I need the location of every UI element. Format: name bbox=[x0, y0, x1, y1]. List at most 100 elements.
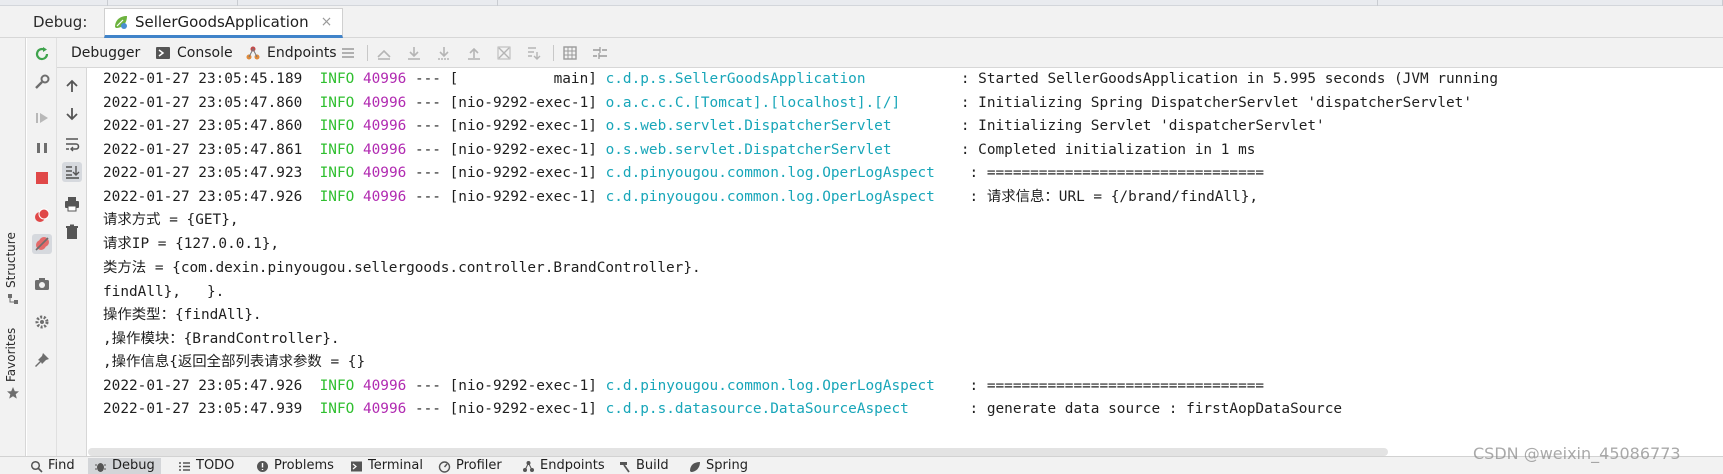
close-tab-icon[interactable]: × bbox=[321, 14, 333, 30]
stop-button[interactable] bbox=[32, 168, 52, 188]
console-line: 请求IP = {127.0.0.1}, bbox=[103, 233, 279, 255]
structure-tool-window[interactable]: Structure bbox=[4, 232, 18, 288]
scroll-to-end-button[interactable] bbox=[62, 162, 82, 182]
bottom-tab-find[interactable]: Find bbox=[24, 458, 81, 474]
log-logger-name: c.d.p.s.SellerGoodsApplication bbox=[605, 71, 953, 87]
modify-run-config-button[interactable] bbox=[32, 72, 52, 92]
toolbar-separator bbox=[367, 45, 368, 61]
scroll-up-button[interactable] bbox=[62, 76, 82, 96]
log-timestamp: 2022-01-27 23:05:47.926 bbox=[103, 188, 303, 205]
left-tool-stripe: Structure Favorites bbox=[0, 38, 26, 456]
favorites-tool-window[interactable]: Favorites bbox=[4, 328, 18, 382]
clear-all-button[interactable] bbox=[62, 222, 82, 242]
log-thread: [nio-9292-exec-1] bbox=[449, 118, 597, 134]
console-line: ,操作模块：{BrandController}. bbox=[103, 328, 340, 350]
evaluate-expression-icon[interactable] bbox=[561, 44, 579, 62]
spring-boot-icon bbox=[115, 16, 127, 29]
pin-tab-button[interactable] bbox=[32, 350, 52, 370]
bug-icon bbox=[95, 463, 106, 472]
log-pid: 40996 bbox=[362, 141, 407, 158]
log-message: : 请求信息：URL = {/brand/findAll}, bbox=[969, 188, 1259, 205]
print-button[interactable] bbox=[62, 194, 82, 214]
log-pid: 40996 bbox=[362, 94, 407, 111]
show-execution-point-icon[interactable] bbox=[375, 44, 393, 62]
log-continuation: findAll}, }. bbox=[103, 283, 225, 300]
bottom-tab-problems[interactable]: Problems bbox=[250, 458, 340, 474]
log-message: : ================================ bbox=[969, 165, 1265, 181]
tab-debugger[interactable]: Debugger bbox=[71, 38, 140, 68]
debugger-toolbar: Debugger Console Endpoints bbox=[57, 38, 1723, 68]
console-line: 类方法 = {com.dexin.pinyougou.sellergoods.c… bbox=[103, 257, 701, 279]
scroll-down-button[interactable] bbox=[62, 104, 82, 124]
menu-lines-icon[interactable] bbox=[339, 44, 357, 62]
log-thread: [ main] bbox=[449, 71, 597, 87]
star-icon[interactable] bbox=[6, 386, 20, 400]
bottom-tab-profiler[interactable]: Profiler bbox=[432, 458, 508, 474]
mute-breakpoints-button[interactable] bbox=[32, 234, 52, 254]
arrow-down-icon bbox=[66, 108, 78, 121]
rerun-icon bbox=[35, 47, 49, 61]
run-to-cursor-icon[interactable] bbox=[525, 44, 543, 62]
soft-wrap-button[interactable] bbox=[62, 134, 82, 154]
bottom-tab-label: Spring bbox=[706, 458, 748, 473]
bottom-tab-spring[interactable]: Spring bbox=[682, 458, 754, 474]
console-output[interactable]: 2022-01-27 23:05:45.189 INFO 40996 --- [… bbox=[88, 68, 1723, 456]
drop-frame-icon[interactable] bbox=[495, 44, 513, 62]
log-pid: 40996 bbox=[362, 118, 407, 134]
pause-button[interactable] bbox=[32, 138, 52, 158]
console-actions-column bbox=[57, 68, 87, 456]
log-timestamp: 2022-01-27 23:05:47.926 bbox=[103, 377, 303, 394]
run-config-name: SellerGoodsApplication bbox=[135, 13, 309, 31]
log-level: INFO bbox=[319, 118, 355, 134]
structure-icon[interactable] bbox=[6, 292, 20, 306]
log-timestamp: 2022-01-27 23:05:47.860 bbox=[103, 118, 303, 134]
bottom-tab-endpoints[interactable]: Endpoints bbox=[516, 458, 611, 474]
get-thread-dump-button[interactable] bbox=[32, 274, 52, 294]
rerun-button[interactable] bbox=[32, 44, 52, 64]
hammer-icon bbox=[620, 462, 630, 473]
log-level: INFO bbox=[319, 165, 355, 181]
console-line: 2022-01-27 23:05:47.861 INFO 40996 --- [… bbox=[103, 139, 1255, 161]
view-breakpoints-button[interactable] bbox=[32, 206, 52, 226]
log-timestamp: 2022-01-27 23:05:45.189 bbox=[103, 71, 303, 87]
log-continuation: ,操作模块：{BrandController}. bbox=[103, 330, 340, 347]
tab-console[interactable]: Console bbox=[155, 38, 233, 68]
log-thread: [nio-9292-exec-1] bbox=[449, 165, 597, 181]
log-pid: 40996 bbox=[362, 401, 407, 417]
console-line: findAll}, }. bbox=[103, 281, 224, 303]
trace-current-stream-icon[interactable] bbox=[591, 44, 609, 62]
bottom-tab-label: Problems bbox=[274, 458, 334, 473]
resume-button[interactable] bbox=[32, 108, 52, 128]
console-line: 2022-01-27 23:05:47.926 INFO 40996 --- [… bbox=[103, 375, 1264, 397]
log-logger-name: o.s.web.servlet.DispatcherServlet bbox=[605, 118, 953, 134]
bottom-tab-todo[interactable]: TODO bbox=[172, 458, 240, 474]
log-separator: --- bbox=[414, 188, 441, 205]
bottom-tab-label: Debug bbox=[112, 458, 155, 473]
run-config-tab[interactable]: SellerGoodsApplication × bbox=[104, 8, 344, 38]
console-line: 2022-01-27 23:05:47.860 INFO 40996 --- [… bbox=[103, 92, 1472, 114]
camera-icon bbox=[35, 278, 49, 290]
log-separator: --- bbox=[414, 118, 441, 134]
bottom-tab-debug[interactable]: Debug bbox=[88, 458, 161, 474]
pin-icon bbox=[35, 353, 49, 367]
log-continuation: 类方法 = {com.dexin.pinyougou.sellergoods.c… bbox=[103, 260, 701, 276]
list-icon bbox=[179, 462, 190, 471]
bottom-tab-build[interactable]: Build bbox=[612, 458, 675, 474]
log-message: : Initializing Servlet 'dispatcherServle… bbox=[960, 118, 1325, 134]
mute-breakpoints-icon bbox=[35, 237, 49, 251]
log-thread: [nio-9292-exec-1] bbox=[449, 94, 597, 111]
tab-endpoints[interactable]: Endpoints bbox=[245, 38, 337, 68]
horizontal-scrollbar[interactable] bbox=[88, 448, 1388, 456]
resume-icon bbox=[36, 113, 48, 123]
tab-endpoints-label: Endpoints bbox=[267, 45, 337, 61]
step-into-icon[interactable] bbox=[435, 44, 453, 62]
step-over-icon[interactable] bbox=[405, 44, 423, 62]
log-continuation: ,操作信息{返回全部列表请求参数 = {} bbox=[103, 354, 366, 370]
bottom-tab-label: Terminal bbox=[368, 458, 423, 473]
tab-console-label: Console bbox=[177, 45, 233, 61]
settings-button[interactable] bbox=[32, 312, 52, 332]
bottom-tab-terminal[interactable]: Terminal bbox=[344, 458, 429, 474]
bottom-tool-bar: Find Debug TODO Problems Terminal Profiler End… bbox=[0, 456, 1723, 474]
bottom-tab-label: Endpoints bbox=[540, 458, 605, 473]
step-out-icon[interactable] bbox=[465, 44, 483, 62]
